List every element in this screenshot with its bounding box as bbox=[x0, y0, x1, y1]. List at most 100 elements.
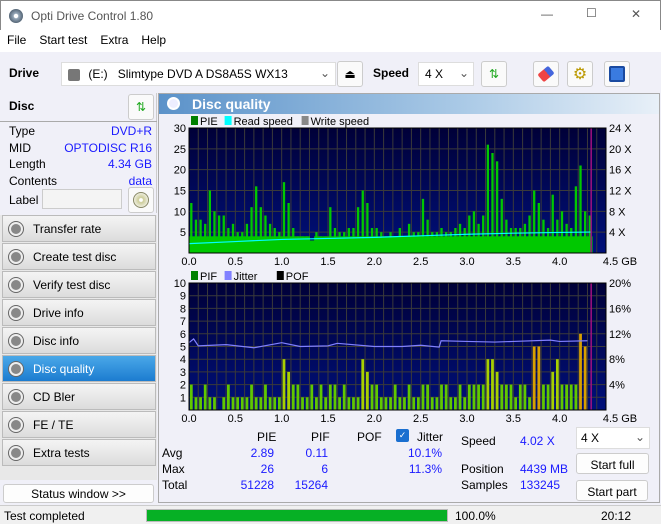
settings-button[interactable]: ⚙ bbox=[567, 61, 593, 87]
refresh-button[interactable]: ⇅ bbox=[481, 61, 507, 87]
close-button[interactable]: ✕ bbox=[631, 7, 641, 21]
drive-select[interactable]: (E:) Slimtype DVD A DS8A5S WX13 ⌄ bbox=[61, 62, 336, 86]
col-pof: POF bbox=[357, 430, 382, 444]
x-tick-label: 3.0 bbox=[459, 413, 474, 423]
erase-button[interactable] bbox=[533, 61, 559, 87]
test-speed-value: 4 X bbox=[581, 431, 600, 445]
pie-bar bbox=[398, 228, 401, 253]
disc-refresh-button[interactable]: ⇅ bbox=[128, 94, 154, 120]
field-value: 4.34 GB bbox=[107, 157, 152, 171]
row-label: Avg bbox=[162, 446, 183, 460]
menu-extra[interactable]: Extra bbox=[93, 30, 134, 47]
sidebar-item-fe-te[interactable]: FE / TE bbox=[2, 411, 156, 438]
field-value: DVD+R bbox=[110, 124, 152, 138]
pie-bar bbox=[514, 228, 517, 253]
pif-bar bbox=[277, 397, 281, 410]
pif-bar bbox=[583, 346, 587, 410]
pie-value: 26 bbox=[260, 462, 274, 476]
save-button[interactable] bbox=[604, 61, 630, 87]
y-tick-label: 25 bbox=[174, 144, 186, 156]
start-full-button[interactable]: Start full bbox=[576, 453, 649, 474]
eject-button[interactable]: ⏏ bbox=[337, 61, 363, 87]
status-window-button[interactable]: Status window >> bbox=[3, 484, 154, 503]
window-title: Opti Drive Control 1.80 bbox=[31, 9, 154, 23]
pie-value: 51228 bbox=[240, 478, 274, 492]
pie-bar bbox=[574, 186, 578, 253]
drive-letter: (E:) bbox=[88, 67, 108, 81]
progress-bar bbox=[146, 509, 448, 522]
pie-bar bbox=[403, 236, 406, 253]
x-tick-label: 1.5 bbox=[320, 256, 335, 268]
pif-chart: PIF Jitter POF 10987654321 20% 16% 12% 8% 4% 0.0 0… bbox=[174, 271, 637, 423]
pie-bar bbox=[533, 190, 536, 253]
label-disc-button[interactable] bbox=[128, 187, 154, 213]
samples-value: 133245 bbox=[520, 478, 561, 492]
pif-bar bbox=[472, 384, 476, 410]
sidebar-item-drive-info[interactable]: Drive info bbox=[2, 299, 156, 326]
sidebar-nav: Transfer rate Create test disc Verify test… bbox=[0, 215, 157, 480]
x-tick-label: 2.5 bbox=[413, 413, 428, 423]
maximize-button[interactable]: ☐ bbox=[586, 6, 597, 20]
speed-select[interactable]: 4 X ⌄ bbox=[418, 62, 474, 86]
minimize-button[interactable]: — bbox=[541, 7, 553, 21]
menu-file[interactable]: File bbox=[0, 30, 32, 47]
menu-help[interactable]: Help bbox=[134, 30, 172, 47]
pie-bar bbox=[190, 203, 193, 253]
y-tick-label: 4 bbox=[180, 354, 186, 366]
pie-bar bbox=[542, 219, 545, 253]
pif-bar bbox=[491, 359, 494, 410]
pif-bar bbox=[250, 384, 253, 410]
sidebar-item-label: Disc info bbox=[33, 333, 80, 348]
pif-bar bbox=[454, 397, 457, 410]
pie-bar bbox=[264, 215, 267, 253]
sidebar-item-verify-test-disc[interactable]: Verify test disc bbox=[2, 271, 156, 298]
field-value: OPTODISC R16 bbox=[64, 140, 152, 155]
pif-bar bbox=[384, 397, 388, 410]
pie-bar bbox=[579, 165, 582, 253]
disc-header: Disc bbox=[9, 99, 35, 113]
sidebar-item-transfer-rate[interactable]: Transfer rate bbox=[2, 215, 156, 242]
x-tick-label: 1.5 bbox=[320, 413, 335, 423]
pie-bar bbox=[250, 207, 253, 253]
sidebar-item-disc-quality[interactable]: Disc quality bbox=[2, 355, 156, 382]
field-label: Contents bbox=[9, 173, 58, 188]
pif-bar bbox=[213, 397, 216, 410]
position-label: Position bbox=[461, 462, 504, 476]
status-text: Test completed bbox=[4, 509, 85, 523]
label-input[interactable] bbox=[42, 189, 122, 209]
app-icon bbox=[9, 9, 23, 23]
menu-start-test[interactable]: Start test bbox=[32, 30, 93, 47]
y-tick-label: 10 bbox=[174, 206, 186, 218]
pie-bar bbox=[491, 153, 494, 253]
field-label: Type bbox=[9, 124, 36, 138]
panel-header: Disc quality bbox=[159, 94, 659, 114]
pif-bar bbox=[222, 397, 226, 410]
y-tick-label: 15 bbox=[174, 186, 186, 198]
disc-icon bbox=[9, 361, 23, 376]
pie-bar bbox=[333, 228, 337, 253]
jitter-checkbox[interactable]: ✓ bbox=[396, 429, 409, 442]
y-tick-label: 8 bbox=[180, 303, 186, 315]
pie-bar bbox=[519, 228, 522, 253]
test-speed-select[interactable]: 4 X ⌄ bbox=[576, 427, 650, 449]
pie-bar bbox=[380, 232, 383, 253]
pif-bar bbox=[421, 384, 425, 410]
field-value: data bbox=[128, 173, 152, 188]
disc-fields: Type DVD+R MID OPTODISC R16 Length 4.34 GB … bbox=[9, 124, 152, 190]
pie-bar bbox=[241, 232, 244, 253]
sidebar-item-extra-tests[interactable]: Extra tests bbox=[2, 439, 156, 466]
sidebar-item-disc-info[interactable]: Disc info bbox=[2, 327, 156, 354]
y2-tick-label: 20 X bbox=[609, 144, 632, 156]
pie-bar bbox=[259, 207, 262, 253]
pie-bar bbox=[412, 232, 415, 253]
pie-bar bbox=[523, 223, 527, 253]
pif-bar bbox=[236, 397, 240, 410]
start-part-button[interactable]: Start part bbox=[576, 480, 648, 501]
x-tick-label: 2.0 bbox=[367, 413, 382, 423]
pif-bar bbox=[259, 397, 263, 410]
sidebar-item-cd-bler[interactable]: CD Bler bbox=[2, 383, 156, 410]
progress-text: 100.0% bbox=[455, 509, 496, 523]
pif-bar bbox=[514, 397, 518, 410]
pif-bar bbox=[407, 384, 411, 410]
sidebar-item-create-test-disc[interactable]: Create test disc bbox=[2, 243, 156, 270]
